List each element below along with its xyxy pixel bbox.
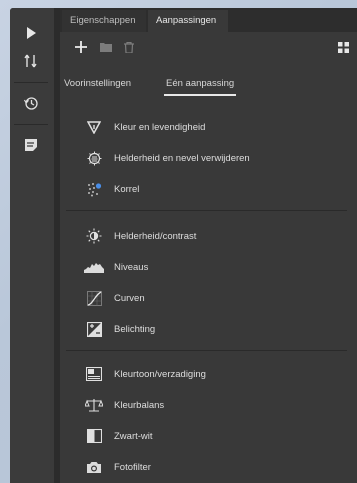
list-item-label: Helderheid/contrast [114, 230, 197, 242]
hue-saturation-icon [84, 365, 104, 383]
haze-removal-icon [84, 149, 104, 167]
history-icon[interactable] [22, 94, 40, 112]
adjust-tool-icon[interactable] [22, 52, 40, 70]
color-vibrance-icon [84, 118, 104, 136]
note-icon[interactable] [22, 136, 40, 154]
list-item-label: Fotofilter [114, 461, 151, 473]
tab-properties[interactable]: Eigenschappen [62, 10, 146, 32]
tool-separator [14, 82, 48, 83]
list-item[interactable]: Korrel [60, 174, 357, 204]
grain-icon [84, 180, 104, 198]
group-separator [66, 210, 347, 211]
list-item[interactable]: Belichting [60, 314, 357, 344]
list-item-label: Zwart-wit [114, 430, 153, 442]
brightness-contrast-icon [84, 227, 104, 245]
list-item[interactable]: Helderheid en nevel verwijderen [60, 143, 357, 173]
grid-view-icon[interactable] [336, 38, 350, 56]
list-item-label: Helderheid en nevel verwijderen [114, 152, 250, 164]
panel-tab-bar: Eigenschappen Aanpassingen [60, 8, 357, 32]
plus-icon[interactable] [72, 38, 90, 56]
list-item-label: Kleurbalans [114, 399, 165, 411]
exposure-icon [84, 320, 104, 338]
photo-filter-icon [84, 458, 104, 476]
list-item-label: Kleurtoon/verzadiging [114, 368, 206, 380]
list-item-label: Korrel [114, 183, 140, 195]
trash-icon[interactable] [122, 38, 136, 56]
black-white-icon [84, 427, 104, 445]
levels-icon [84, 258, 104, 276]
list-item-label: Kleur en levendigheid [114, 121, 206, 133]
list-item[interactable]: Kleurbalans [60, 390, 357, 420]
panel-toolbar [60, 34, 357, 60]
list-item[interactable]: Kleur en levendigheid [60, 112, 357, 142]
folder-icon[interactable] [98, 38, 114, 56]
list-item[interactable]: Niveaus [60, 252, 357, 282]
list-item[interactable]: Helderheid/contrast [60, 221, 357, 251]
color-balance-icon [84, 396, 104, 414]
adjustment-subtabs: Voorinstellingen Eén aanpassing [60, 74, 357, 102]
list-item-label: Curven [114, 292, 145, 304]
adjustments-panel: Eigenschappen Aanpassingen Voorinstellin… [60, 8, 357, 483]
group-separator [66, 350, 347, 351]
list-item[interactable]: Fotofilter [60, 452, 357, 482]
list-item-label: Niveaus [114, 261, 149, 273]
play-icon[interactable] [22, 24, 40, 42]
list-item-label: Belichting [114, 323, 156, 335]
tool-strip [10, 8, 50, 483]
tool-separator [14, 124, 48, 125]
app-window: Eigenschappen Aanpassingen Voorinstellin… [10, 8, 357, 483]
list-item[interactable]: Curven [60, 283, 357, 313]
list-item[interactable]: Kleurtoon/verzadiging [60, 359, 357, 389]
subtab-single-adjustment[interactable]: Eén aanpassing [163, 78, 237, 96]
tab-adjustments[interactable]: Aanpassingen [148, 10, 228, 32]
subtab-presets[interactable]: Voorinstellingen [64, 78, 131, 89]
curves-icon [84, 289, 104, 307]
list-item[interactable]: Zwart-wit [60, 421, 357, 451]
